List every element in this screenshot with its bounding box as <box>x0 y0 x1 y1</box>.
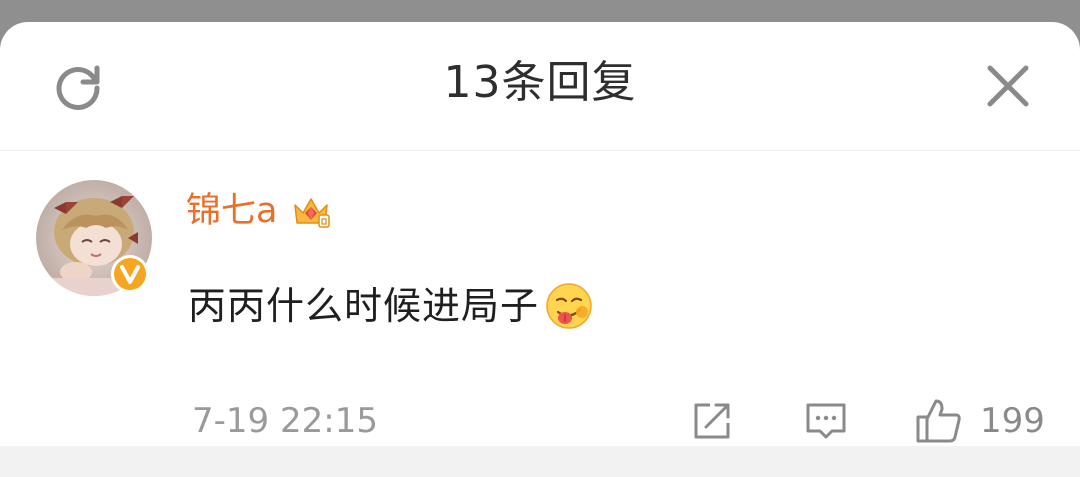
username-link[interactable]: 锦七a <box>186 187 277 235</box>
close-icon[interactable] <box>982 60 1034 112</box>
like-count: 199 <box>980 401 1045 441</box>
crown-gem-icon <box>294 198 331 228</box>
verified-v-icon <box>111 255 149 293</box>
replies-sheet: 13条回复 锦七a 丙丙什么时候进局子 7-19 22:15 199 <box>0 22 1080 477</box>
share-icon[interactable] <box>690 399 734 443</box>
thumbs-up-icon[interactable] <box>914 395 964 445</box>
comment-icon[interactable] <box>804 399 848 443</box>
page-title: 13条回复 <box>443 57 637 108</box>
comment-body: 丙丙什么时候进局子 <box>188 277 595 335</box>
username-row: 锦七a <box>186 187 333 235</box>
timestamp: 7-19 22:15 <box>192 401 378 441</box>
avatar[interactable] <box>36 180 152 296</box>
comment-item: 锦七a 丙丙什么时候进局子 7-19 22:15 199 <box>0 151 1080 451</box>
section-divider <box>0 446 1080 477</box>
sheet-header: 13条回复 <box>0 22 1080 151</box>
comment-text: 丙丙什么时候进局子 <box>188 284 540 328</box>
tongue-emoji-icon <box>546 283 592 329</box>
